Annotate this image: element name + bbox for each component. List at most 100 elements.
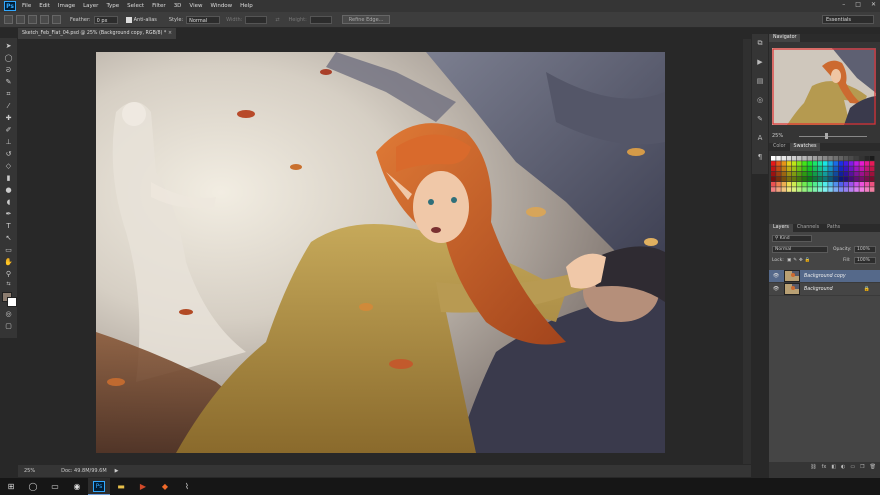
swatch[interactable] [859, 182, 864, 187]
swatch[interactable] [843, 161, 849, 166]
navigator-zoom-slider[interactable] [799, 136, 867, 137]
swatch[interactable] [833, 176, 838, 182]
swatch[interactable] [776, 176, 781, 182]
blur-tool-icon[interactable]: ● [3, 185, 14, 196]
swatch[interactable] [838, 166, 844, 171]
swatch[interactable] [869, 156, 875, 161]
swatch[interactable] [817, 182, 823, 187]
swatch[interactable] [823, 182, 828, 187]
tab-navigator[interactable]: Navigator [769, 34, 801, 42]
swatch[interactable] [838, 171, 844, 177]
layer-row-background[interactable]: 👁 Background 🔒 [769, 283, 880, 296]
swatch[interactable] [817, 156, 823, 161]
marquee-tool-preset-icon[interactable] [4, 15, 13, 24]
swatch[interactable] [807, 171, 812, 177]
gradient-tool-icon[interactable]: ▮ [3, 173, 14, 184]
swatch[interactable] [823, 176, 828, 182]
layer-style-icon[interactable]: fx [822, 464, 827, 470]
swatch[interactable] [776, 161, 781, 166]
swatch[interactable] [781, 171, 786, 177]
swatch[interactable] [843, 166, 849, 171]
swatch[interactable] [838, 156, 844, 161]
swatch[interactable] [864, 156, 870, 161]
swatch[interactable] [791, 156, 797, 161]
swatch[interactable] [823, 187, 828, 192]
swatch[interactable] [797, 161, 802, 166]
swatch[interactable] [833, 161, 838, 166]
tab-swatches[interactable]: Swatches [789, 143, 821, 151]
actions-icon[interactable]: ▶ [755, 57, 765, 67]
swatch[interactable] [776, 182, 781, 187]
swatch[interactable] [812, 156, 818, 161]
swatch[interactable] [802, 171, 807, 177]
paragraph-icon[interactable]: ¶ [755, 152, 765, 162]
adjustments-icon[interactable]: ▤ [755, 76, 765, 86]
swatch[interactable] [849, 182, 854, 187]
menu-type[interactable]: Type [106, 3, 119, 9]
swatch[interactable] [786, 187, 792, 192]
swatch[interactable] [771, 161, 776, 166]
swatch[interactable] [791, 171, 797, 177]
menu-edit[interactable]: Edit [39, 3, 50, 9]
refine-edge-button[interactable]: Refine Edge... [341, 15, 391, 24]
swatch[interactable] [791, 161, 797, 166]
brush-presets-icon[interactable]: ✎ [755, 114, 765, 124]
swatch[interactable] [864, 182, 870, 187]
menu-3d[interactable]: 3D [174, 3, 182, 9]
swatch[interactable] [859, 187, 864, 192]
document-canvas[interactable] [96, 52, 665, 453]
swatch[interactable] [849, 171, 854, 177]
swatch[interactable] [869, 182, 875, 187]
swatch[interactable] [807, 187, 812, 192]
history-brush-tool-icon[interactable]: ↺ [3, 149, 14, 160]
lock-options-icons[interactable]: ▣✎✥🔒 [787, 258, 812, 263]
navigator-zoom-slider-handle[interactable] [825, 133, 828, 139]
swatch[interactable] [786, 176, 792, 182]
swatch[interactable] [859, 166, 864, 171]
swatch[interactable] [838, 187, 844, 192]
swatch[interactable] [828, 161, 833, 166]
visibility-eye-icon[interactable]: 👁 [772, 286, 780, 292]
swatch[interactable] [797, 176, 802, 182]
swatch[interactable] [807, 182, 812, 187]
quick-mask-icon[interactable]: ◎ [3, 309, 14, 320]
crop-tool-icon[interactable]: ⌗ [3, 89, 14, 100]
antialias-checkbox[interactable] [125, 16, 132, 23]
swatch[interactable] [854, 176, 859, 182]
background-color-swatch[interactable] [7, 297, 17, 307]
menu-image[interactable]: Image [58, 3, 75, 9]
swatch[interactable] [828, 182, 833, 187]
swatch[interactable] [854, 166, 859, 171]
swatch[interactable] [854, 171, 859, 177]
layer-name[interactable]: Background [804, 287, 833, 292]
swatch[interactable] [812, 166, 818, 171]
swatch[interactable] [854, 161, 859, 166]
maximize-button[interactable]: □ [855, 1, 861, 8]
swatch[interactable] [797, 187, 802, 192]
swatch[interactable] [828, 176, 833, 182]
swatch[interactable] [823, 166, 828, 171]
tab-layers[interactable]: Layers [769, 224, 793, 232]
swatch[interactable] [807, 156, 812, 161]
layer-row-background-copy[interactable]: 👁 Background copy [769, 270, 880, 283]
swatch[interactable] [869, 176, 875, 182]
swatch[interactable] [781, 187, 786, 192]
swatch[interactable] [843, 187, 849, 192]
swatch[interactable] [833, 156, 838, 161]
swatch[interactable] [849, 166, 854, 171]
vertical-scrollbar[interactable] [743, 39, 751, 464]
swatch[interactable] [776, 156, 781, 161]
navigator-zoom-value[interactable]: 25% [772, 133, 783, 139]
move-tool-icon[interactable]: ➤ [3, 41, 14, 52]
zoom-tool-icon[interactable]: ⚲ [3, 269, 14, 280]
feather-input[interactable]: 0 px [93, 15, 118, 24]
close-window-button[interactable]: ✕ [871, 1, 876, 8]
swatch[interactable] [849, 161, 854, 166]
swatch[interactable] [802, 187, 807, 192]
layer-filter-kind[interactable]: ⚲ Kind [772, 235, 812, 242]
style-select[interactable]: Normal [186, 15, 221, 24]
width-input[interactable] [245, 15, 268, 24]
swatch[interactable] [802, 166, 807, 171]
swatch-grid[interactable] [769, 154, 880, 220]
quick-select-tool-icon[interactable]: ✎ [3, 77, 14, 88]
